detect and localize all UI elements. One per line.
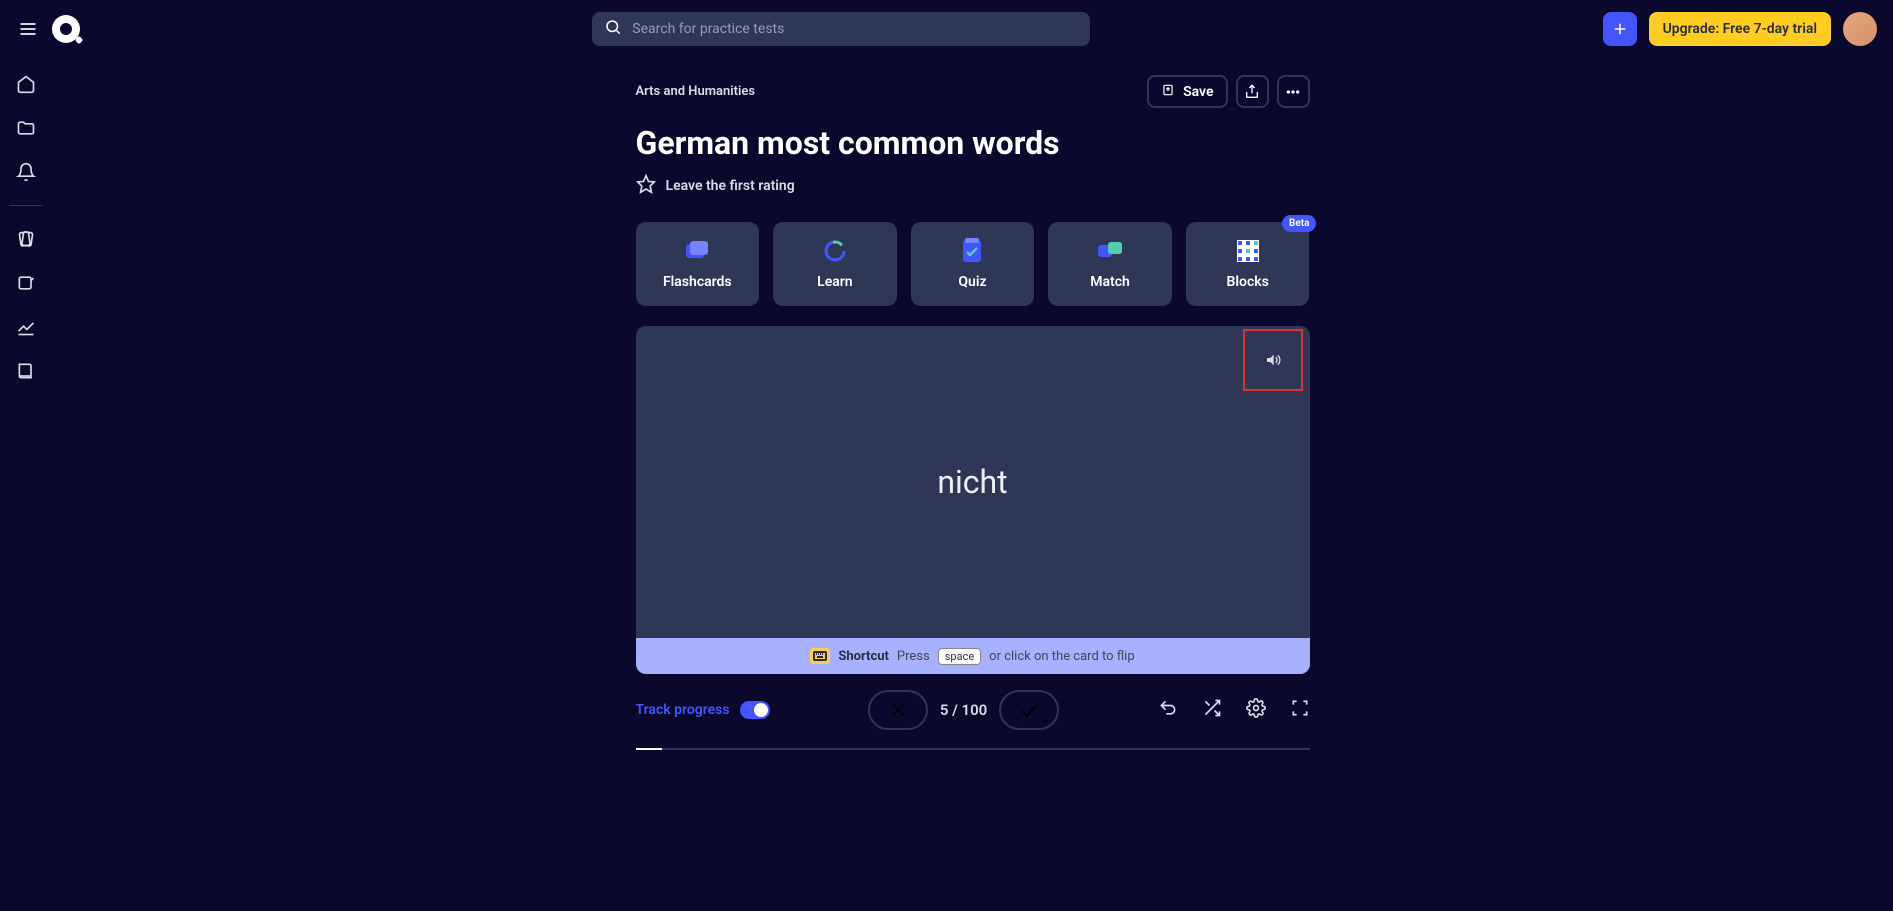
top-header: Upgrade: Free 7-day trial (0, 0, 1893, 57)
card-footer: Shortcut Press space or click on the car… (636, 638, 1310, 674)
cards-icon[interactable] (15, 228, 37, 250)
study-modes: Flashcards Learn Quiz Match (636, 222, 1310, 306)
mark-correct-button[interactable] (999, 690, 1059, 730)
rating-row[interactable]: Leave the first rating (636, 174, 1310, 198)
header-buttons: Save (1147, 75, 1309, 108)
save-button[interactable]: Save (1147, 75, 1227, 108)
more-button[interactable] (1277, 75, 1310, 108)
settings-icon[interactable] (1246, 698, 1266, 722)
learn-icon (822, 238, 848, 264)
sidebar (0, 57, 52, 382)
mode-flashcards[interactable]: Flashcards (636, 222, 760, 306)
folder-icon[interactable] (15, 117, 37, 139)
shuffle-icon[interactable] (1202, 698, 1222, 722)
save-label: Save (1183, 84, 1213, 100)
avatar[interactable] (1843, 12, 1877, 46)
quiz-icon (959, 238, 985, 264)
sidebar-divider (9, 205, 43, 206)
track-progress-toggle[interactable] (740, 701, 770, 719)
mode-blocks[interactable]: Beta Blocks (1186, 222, 1310, 306)
stats-icon[interactable] (15, 316, 37, 338)
search-icon (604, 18, 622, 40)
hamburger-menu[interactable] (16, 17, 40, 41)
main: Arts and Humanities Save German most com… (52, 57, 1893, 911)
controls-row: Track progress 5 / 100 (636, 690, 1310, 730)
logo[interactable] (52, 15, 80, 43)
search-input[interactable] (632, 21, 1078, 37)
mode-quiz[interactable]: Quiz (911, 222, 1035, 306)
save-icon (1161, 83, 1175, 101)
book-icon[interactable] (15, 360, 37, 382)
home-icon[interactable] (15, 73, 37, 95)
right-controls (1158, 698, 1310, 722)
content: Arts and Humanities Save German most com… (636, 75, 1310, 911)
expert-icon[interactable] (15, 272, 37, 294)
search-bar[interactable] (592, 12, 1090, 46)
share-button[interactable] (1236, 75, 1269, 108)
mode-label: Quiz (958, 274, 986, 290)
track-progress-wrap: Track progress (636, 701, 770, 719)
press-label: Press (897, 649, 930, 664)
mode-label: Learn (817, 274, 852, 290)
breadcrumb-row: Arts and Humanities Save (636, 75, 1310, 108)
space-key: space (938, 648, 981, 665)
undo-icon[interactable] (1158, 698, 1178, 722)
center-controls: 5 / 100 (868, 690, 1059, 730)
mode-label: Match (1090, 274, 1130, 290)
search-wrap (92, 12, 1591, 46)
mode-label: Flashcards (663, 274, 732, 290)
upgrade-button[interactable]: Upgrade: Free 7-day trial (1649, 12, 1831, 46)
header-actions: Upgrade: Free 7-day trial (1603, 12, 1877, 46)
footer-rest: or click on the card to flip (989, 649, 1134, 664)
audio-button[interactable] (1243, 329, 1303, 391)
shortcut-label: Shortcut (838, 649, 889, 664)
track-progress-label: Track progress (636, 702, 730, 718)
progress-fill (636, 748, 663, 750)
bell-icon[interactable] (15, 161, 37, 183)
mode-learn[interactable]: Learn (773, 222, 897, 306)
flashcard[interactable]: nicht Shortcut Press space or click on t… (636, 326, 1310, 674)
mode-match[interactable]: Match (1048, 222, 1172, 306)
page-title: German most common words (636, 124, 1310, 162)
rating-text: Leave the first rating (666, 178, 795, 194)
keyboard-icon (810, 648, 830, 664)
card-body[interactable]: nicht (636, 326, 1310, 638)
card-counter: 5 / 100 (940, 701, 987, 719)
mark-incorrect-button[interactable] (868, 690, 928, 730)
beta-badge: Beta (1282, 215, 1316, 232)
fullscreen-icon[interactable] (1290, 698, 1310, 722)
create-button[interactable] (1603, 12, 1637, 46)
mode-label: Blocks (1227, 274, 1269, 290)
flashcards-icon (684, 238, 710, 264)
star-icon (636, 174, 656, 198)
progress-bar (636, 748, 1310, 750)
match-icon (1097, 238, 1123, 264)
card-word: nicht (937, 463, 1007, 501)
blocks-icon (1235, 238, 1261, 264)
breadcrumb[interactable]: Arts and Humanities (636, 84, 756, 99)
